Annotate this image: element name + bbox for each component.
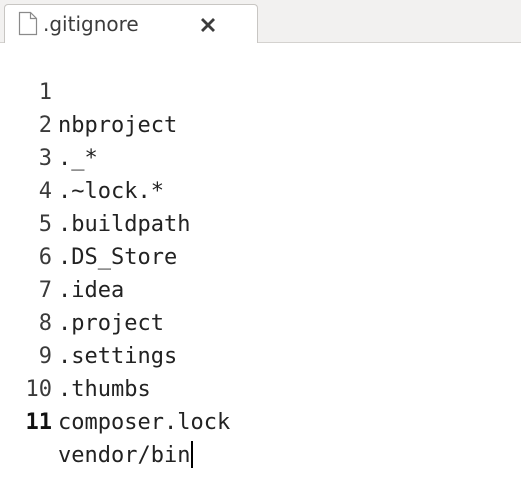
editor-line: 10 composer.lock (0, 340, 231, 435)
line-text: vendor/bin (58, 443, 191, 468)
editor-line: 9 .thumbs (0, 307, 151, 402)
editor-line: 3 .~lock.* (0, 109, 164, 204)
editor-line-current: 11 vendor/bin (0, 373, 194, 468)
text-editor-window: .gitignore 1 nbproject 2 ._* 3 .~lock.* … (0, 0, 521, 478)
editor-line: 6 .idea (0, 208, 124, 303)
editor-line: 2 ._* (0, 76, 98, 171)
editor-line: 7 .project (0, 241, 164, 336)
editor-line: 1 nbproject (0, 43, 177, 138)
tab-title: .gitignore (43, 12, 139, 36)
tab-bar: .gitignore (0, 0, 521, 44)
file-icon (18, 11, 38, 36)
tab-gitignore[interactable]: .gitignore (4, 4, 258, 44)
text-cursor (191, 441, 194, 468)
code-editor[interactable]: 1 nbproject 2 ._* 3 .~lock.* 4 .buildpat… (0, 43, 521, 478)
line-text-current: vendor/bin (58, 439, 194, 472)
line-text: composer.lock (58, 410, 231, 435)
editor-line: 8 .settings (0, 274, 177, 369)
close-icon[interactable] (198, 15, 218, 35)
current-line-number: 11 (25, 410, 53, 435)
editor-line: 5 .DS_Store (0, 175, 177, 270)
editor-line: 4 .buildpath (0, 142, 191, 237)
